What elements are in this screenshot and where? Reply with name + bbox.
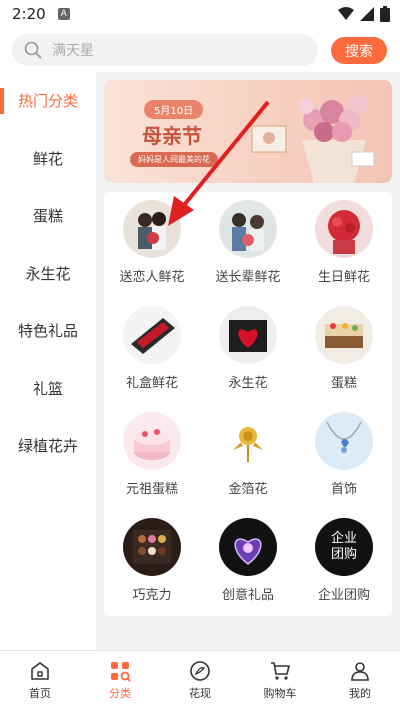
- status-icons: [338, 6, 390, 22]
- category-item[interactable]: 永生花: [200, 306, 296, 412]
- sidebar-item-cake[interactable]: 蛋糕: [0, 187, 96, 245]
- category-grid: 送恋人鲜花 送长辈鲜花 生日鲜花 礼盒鲜花 永生花 蛋糕 元祖蛋糕 金箔花 首饰…: [104, 192, 392, 624]
- category-label: 送长辈鲜花: [215, 270, 281, 285]
- category-item[interactable]: 蛋糕: [296, 306, 392, 412]
- category-label: 巧克力: [132, 588, 172, 603]
- search-button[interactable]: 搜索: [331, 37, 387, 64]
- nav-discover[interactable]: 花现: [160, 651, 240, 710]
- nav-cart[interactable]: 购物车: [240, 651, 320, 710]
- category-label: 生日鲜花: [317, 270, 370, 285]
- bottom-navigation: 首页 分类 花现 购物车 我的: [0, 650, 400, 710]
- home-icon: [31, 662, 49, 680]
- content-area: 5月10日 母亲节 妈妈是人间最美的花 送恋人鲜花 送长辈鲜花 生日鲜花 礼盒鲜…: [96, 72, 400, 650]
- search-icon: [24, 41, 42, 59]
- category-item[interactable]: 企业团购 企业团购: [296, 518, 392, 624]
- category-label: 蛋糕: [330, 376, 357, 391]
- bouquet-image: [251, 95, 375, 183]
- category-label: 送恋人鲜花: [119, 270, 185, 285]
- category-label: 礼盒鲜花: [125, 376, 178, 391]
- status-bar: 2:20 A: [0, 0, 400, 28]
- pointer-arrow-icon: [168, 100, 270, 226]
- category-label: 金箔花: [228, 482, 268, 497]
- wifi-icon: [338, 7, 354, 20]
- elder-flowers-icon: [219, 200, 277, 258]
- search-placeholder: 满天星: [52, 43, 94, 59]
- mothers-day-banner[interactable]: 5月10日 母亲节 妈妈是人间最美的花: [104, 80, 392, 183]
- battery-icon: [380, 6, 390, 22]
- cake-icon: [315, 306, 373, 364]
- category-label: 元祖蛋糕: [125, 482, 178, 497]
- category-label: 企业团购: [317, 588, 370, 603]
- category-icon: [111, 662, 131, 682]
- enterprise-badge-text: 企业团购: [330, 531, 357, 562]
- nav-profile[interactable]: 我的: [320, 651, 400, 710]
- category-item[interactable]: 巧克力: [104, 518, 200, 624]
- category-item[interactable]: 元祖蛋糕: [104, 412, 200, 518]
- category-grid-card: 送恋人鲜花 送长辈鲜花 生日鲜花 礼盒鲜花 永生花 蛋糕 元祖蛋糕 金箔花 首饰…: [104, 192, 392, 616]
- sidebar-item-hot[interactable]: 热门分类: [0, 72, 96, 130]
- search-bar: 满天星 搜索: [0, 28, 400, 72]
- sidebar-item-basket[interactable]: 礼篮: [0, 360, 96, 418]
- sidebar-item-plants[interactable]: 绿植花卉: [0, 417, 96, 475]
- cart-icon: [271, 662, 290, 680]
- category-item[interactable]: 金箔花: [200, 412, 296, 518]
- heart-crystal-icon: [219, 518, 277, 576]
- necklace-icon: [315, 412, 373, 470]
- nav-category[interactable]: 分类: [80, 651, 160, 710]
- sidebar-item-preserved[interactable]: 永生花: [0, 245, 96, 303]
- nav-label: 花现: [189, 687, 211, 700]
- user-icon: [351, 662, 369, 681]
- category-item[interactable]: 生日鲜花: [296, 200, 392, 306]
- category-item[interactable]: 送长辈鲜花: [200, 200, 296, 306]
- enterprise-icon: 企业团购: [315, 518, 373, 576]
- gift-box-flowers-icon: [123, 306, 181, 364]
- chocolate-icon: [123, 518, 181, 576]
- nav-label: 我的: [349, 687, 371, 700]
- signal-icon: [360, 7, 374, 21]
- status-time: 2:20: [12, 5, 46, 23]
- discover-icon: [190, 661, 210, 681]
- category-item[interactable]: 创意礼品: [200, 518, 296, 624]
- birthday-flowers-icon: [315, 200, 373, 258]
- category-item[interactable]: 首饰: [296, 412, 392, 518]
- nav-label: 首页: [29, 687, 51, 700]
- sidebar-item-flowers[interactable]: 鲜花: [0, 130, 96, 188]
- category-label: 首饰: [330, 482, 357, 497]
- notification-a-icon: A: [57, 8, 70, 20]
- category-item[interactable]: 礼盒鲜花: [104, 306, 200, 412]
- nav-label: 购物车: [263, 687, 297, 700]
- nav-label: 分类: [109, 687, 131, 700]
- category-label: 永生花: [228, 376, 268, 391]
- nav-home[interactable]: 首页: [0, 651, 80, 710]
- category-label: 创意礼品: [221, 588, 274, 603]
- preserved-flower-icon: [219, 306, 277, 364]
- pink-cake-icon: [123, 412, 181, 470]
- search-input[interactable]: 满天星: [12, 34, 318, 66]
- category-sidebar: 热门分类 鲜花 蛋糕 永生花 特色礼品 礼篮 绿植花卉: [0, 72, 96, 650]
- sidebar-item-gifts[interactable]: 特色礼品: [0, 302, 96, 360]
- gold-rose-icon: [219, 412, 277, 470]
